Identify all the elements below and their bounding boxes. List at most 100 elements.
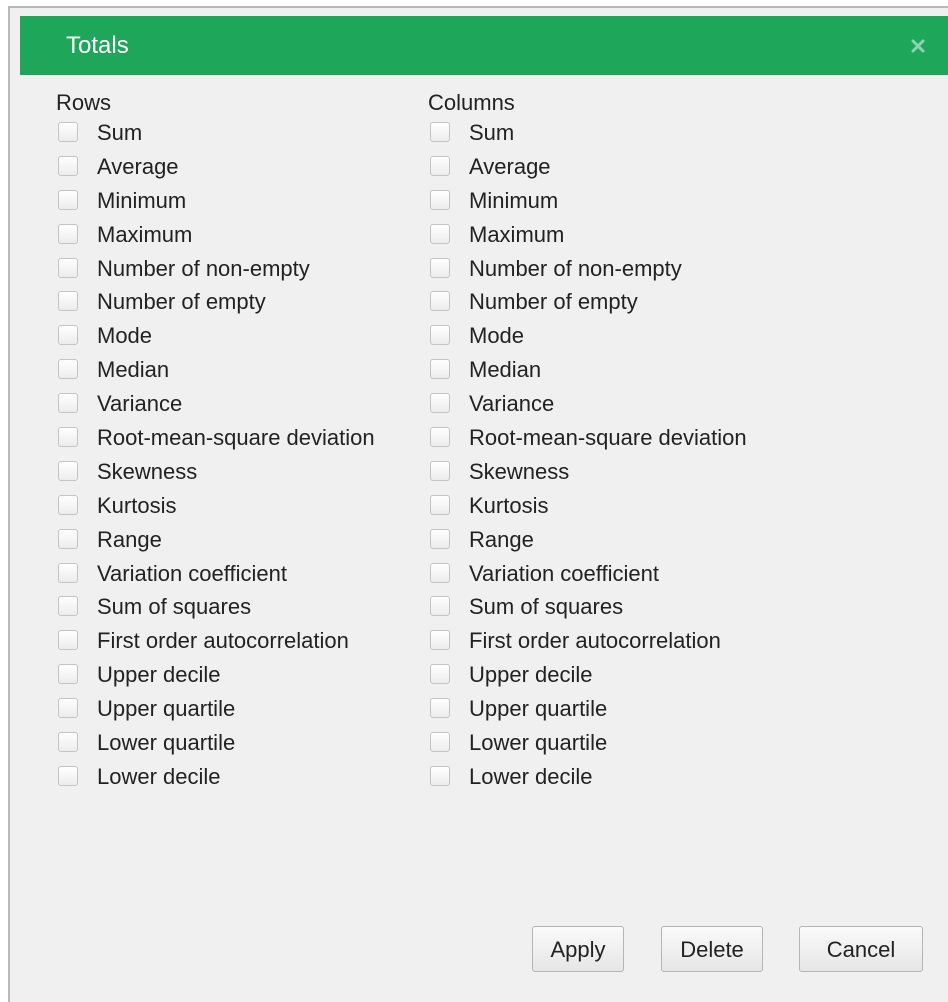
rows-option-label[interactable]: Median: [97, 355, 169, 385]
rows-option[interactable]: Number of non-empty: [56, 254, 310, 288]
rows-option[interactable]: Minimum: [56, 186, 186, 220]
rows-option[interactable]: Lower decile: [56, 762, 221, 796]
columns-option-checkbox[interactable]: [430, 765, 450, 786]
rows-option[interactable]: Sum of squares: [56, 592, 251, 626]
columns-option[interactable]: Number of non-empty: [428, 254, 682, 288]
columns-option[interactable]: Minimum: [428, 186, 558, 220]
columns-option-checkbox[interactable]: [430, 393, 450, 414]
columns-option-label[interactable]: First order autocorrelation: [469, 626, 721, 656]
columns-option-checkbox[interactable]: [430, 122, 450, 142]
rows-option-label[interactable]: Variation coefficient: [97, 559, 287, 589]
columns-option-checkbox[interactable]: [430, 325, 450, 346]
rows-option[interactable]: Upper decile: [56, 660, 221, 694]
columns-option-checkbox[interactable]: [430, 698, 450, 719]
rows-option-label[interactable]: Upper decile: [97, 660, 221, 690]
rows-option-label[interactable]: Maximum: [97, 220, 192, 250]
rows-option-checkbox[interactable]: [58, 325, 78, 346]
columns-option-label[interactable]: Sum of squares: [469, 592, 623, 622]
rows-option-checkbox[interactable]: [58, 359, 78, 380]
rows-option[interactable]: Range: [56, 525, 162, 559]
rows-option-checkbox[interactable]: [58, 596, 78, 617]
columns-option-checkbox[interactable]: [430, 359, 450, 380]
columns-option-label[interactable]: Sum: [469, 118, 514, 148]
rows-option-label[interactable]: Lower decile: [97, 762, 221, 792]
columns-option-checkbox[interactable]: [430, 596, 450, 617]
columns-option[interactable]: Variance: [428, 389, 554, 423]
columns-option-label[interactable]: Maximum: [469, 220, 564, 250]
rows-option[interactable]: Sum: [56, 118, 142, 152]
rows-option-checkbox[interactable]: [58, 460, 78, 481]
rows-option[interactable]: Median: [56, 355, 169, 389]
rows-option-checkbox[interactable]: [58, 630, 78, 651]
delete-button[interactable]: Delete: [661, 926, 763, 972]
rows-option-label[interactable]: Kurtosis: [97, 491, 176, 521]
columns-option[interactable]: Mode: [428, 321, 524, 355]
rows-option-checkbox[interactable]: [58, 562, 78, 583]
rows-option-label[interactable]: Skewness: [97, 457, 197, 487]
columns-option[interactable]: Root-mean-square deviation: [428, 423, 747, 457]
rows-option-label[interactable]: Sum of squares: [97, 592, 251, 622]
rows-option[interactable]: Variance: [56, 389, 182, 423]
columns-option-checkbox[interactable]: [430, 460, 450, 481]
columns-option-label[interactable]: Kurtosis: [469, 491, 548, 521]
rows-option[interactable]: Upper quartile: [56, 694, 235, 728]
columns-option-checkbox[interactable]: [430, 664, 450, 685]
close-icon[interactable]: [908, 36, 928, 56]
columns-option-checkbox[interactable]: [430, 630, 450, 651]
columns-option-label[interactable]: Variation coefficient: [469, 559, 659, 589]
columns-option[interactable]: Range: [428, 525, 534, 559]
columns-option[interactable]: Upper quartile: [428, 694, 607, 728]
columns-option-checkbox[interactable]: [430, 257, 450, 278]
rows-option-label[interactable]: Number of empty: [97, 287, 266, 317]
rows-option-checkbox[interactable]: [58, 664, 78, 685]
columns-option-checkbox[interactable]: [430, 427, 450, 448]
columns-option-label[interactable]: Root-mean-square deviation: [469, 423, 747, 453]
rows-option[interactable]: Kurtosis: [56, 491, 176, 525]
rows-option[interactable]: First order autocorrelation: [56, 626, 349, 660]
columns-option-label[interactable]: Variance: [469, 389, 554, 419]
rows-option[interactable]: Root-mean-square deviation: [56, 423, 375, 457]
columns-option[interactable]: Number of empty: [428, 287, 638, 321]
columns-option[interactable]: Sum of squares: [428, 592, 623, 626]
rows-option[interactable]: Maximum: [56, 220, 192, 254]
cancel-button[interactable]: Cancel: [799, 926, 923, 972]
rows-option-checkbox[interactable]: [58, 189, 78, 210]
rows-option-checkbox[interactable]: [58, 427, 78, 448]
columns-option-checkbox[interactable]: [430, 223, 450, 244]
rows-option-checkbox[interactable]: [58, 393, 78, 414]
columns-option-label[interactable]: Minimum: [469, 186, 558, 216]
columns-option[interactable]: Median: [428, 355, 541, 389]
columns-option-checkbox[interactable]: [430, 562, 450, 583]
columns-option-label[interactable]: Upper decile: [469, 660, 593, 690]
rows-option-checkbox[interactable]: [58, 257, 78, 278]
columns-option-label[interactable]: Number of non-empty: [469, 254, 682, 284]
columns-option-checkbox[interactable]: [430, 732, 450, 753]
columns-option[interactable]: Skewness: [428, 457, 569, 491]
columns-option-label[interactable]: Skewness: [469, 457, 569, 487]
rows-option[interactable]: Number of empty: [56, 287, 266, 321]
rows-option-checkbox[interactable]: [58, 122, 78, 142]
columns-option-checkbox[interactable]: [430, 494, 450, 515]
rows-option-checkbox[interactable]: [58, 732, 78, 753]
rows-option-checkbox[interactable]: [58, 765, 78, 786]
rows-option-label[interactable]: Minimum: [97, 186, 186, 216]
columns-option-checkbox[interactable]: [430, 291, 450, 312]
rows-option[interactable]: Variation coefficient: [56, 559, 287, 593]
columns-option[interactable]: Lower quartile: [428, 728, 607, 762]
rows-option[interactable]: Lower quartile: [56, 728, 235, 762]
columns-option-label[interactable]: Number of empty: [469, 287, 638, 317]
rows-option-checkbox[interactable]: [58, 494, 78, 515]
rows-option-checkbox[interactable]: [58, 223, 78, 244]
columns-option-label[interactable]: Upper quartile: [469, 694, 607, 724]
rows-option[interactable]: Skewness: [56, 457, 197, 491]
columns-option-checkbox[interactable]: [430, 189, 450, 210]
rows-option-label[interactable]: Sum: [97, 118, 142, 148]
rows-option[interactable]: Mode: [56, 321, 152, 355]
columns-option-label[interactable]: Range: [469, 525, 534, 555]
apply-button[interactable]: Apply: [532, 926, 624, 972]
columns-option-label[interactable]: Mode: [469, 321, 524, 351]
rows-option-label[interactable]: Upper quartile: [97, 694, 235, 724]
columns-option[interactable]: Lower decile: [428, 762, 593, 796]
rows-option-checkbox[interactable]: [58, 291, 78, 312]
rows-option-label[interactable]: Average: [97, 152, 179, 182]
